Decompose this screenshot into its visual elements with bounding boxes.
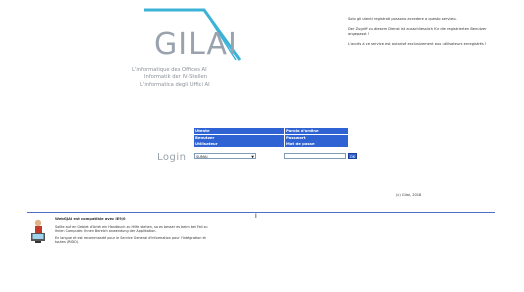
access-notice: Solo gli utenti registrati possono acced…	[348, 17, 498, 52]
password-label-fr: Mot de passe	[284, 141, 348, 147]
user-label-de: Benutzer	[194, 134, 284, 141]
grid-row: Benutzer Passwort	[194, 134, 348, 141]
text-cursor-icon: I	[255, 213, 257, 220]
user-select-value: SUMAI	[196, 155, 208, 159]
browser-info: WebGJAI est compatible avec IE9/0 Sollte…	[55, 217, 215, 247]
divider	[27, 212, 495, 213]
notice-fr: L'accès à ce service est autorisé exclus…	[348, 41, 487, 46]
info-title: WebGJAI est compatible avec IE9/0	[55, 217, 126, 221]
user-select[interactable]: SUMAI ▼	[194, 153, 256, 159]
copyright: (c) Gilai, 2018	[396, 193, 422, 197]
logo-subtitle-it: L'informatica degli Uffici AI	[140, 81, 210, 88]
login-heading: Login	[157, 152, 187, 163]
ok-button[interactable]: OK	[348, 153, 357, 159]
login-label-grid: Utente Parola d'ordine Benutzer Passwort…	[194, 128, 348, 148]
grid-row: Utente Parola d'ordine	[194, 128, 348, 134]
password-label-de: Passwort	[284, 134, 348, 141]
notice-de: Der Zugriff zu diesem Dienst ist ausschl…	[348, 26, 487, 37]
notice-it: Solo gli utenti registrati possono acced…	[348, 17, 457, 21]
logo-subtitle-fr: L'informatique des Offices AI	[132, 67, 207, 73]
person-at-computer-icon	[31, 219, 45, 243]
password-label-it: Parola d'ordine	[284, 128, 348, 134]
info-paragraph-2: En langue et est recommandé pour le Serv…	[55, 235, 206, 245]
chevron-down-icon[interactable]: ▼	[251, 154, 254, 160]
user-label-it: Utente	[194, 128, 284, 134]
grid-row: Utilisateur Mot de passe	[194, 141, 348, 147]
logo-subtitle-de: Informatik der IV-Stellen	[144, 74, 208, 81]
user-label-fr: Utilisateur	[194, 141, 284, 147]
info-paragraph-1: Sollte auf en Gebiet d'Ariet ein Handbuc…	[55, 224, 208, 234]
logo-subtitles: L'informatique des Offices AI Informatik…	[132, 67, 210, 89]
password-input[interactable]	[284, 153, 346, 159]
logo-wordmark: GILAI	[154, 27, 238, 62]
